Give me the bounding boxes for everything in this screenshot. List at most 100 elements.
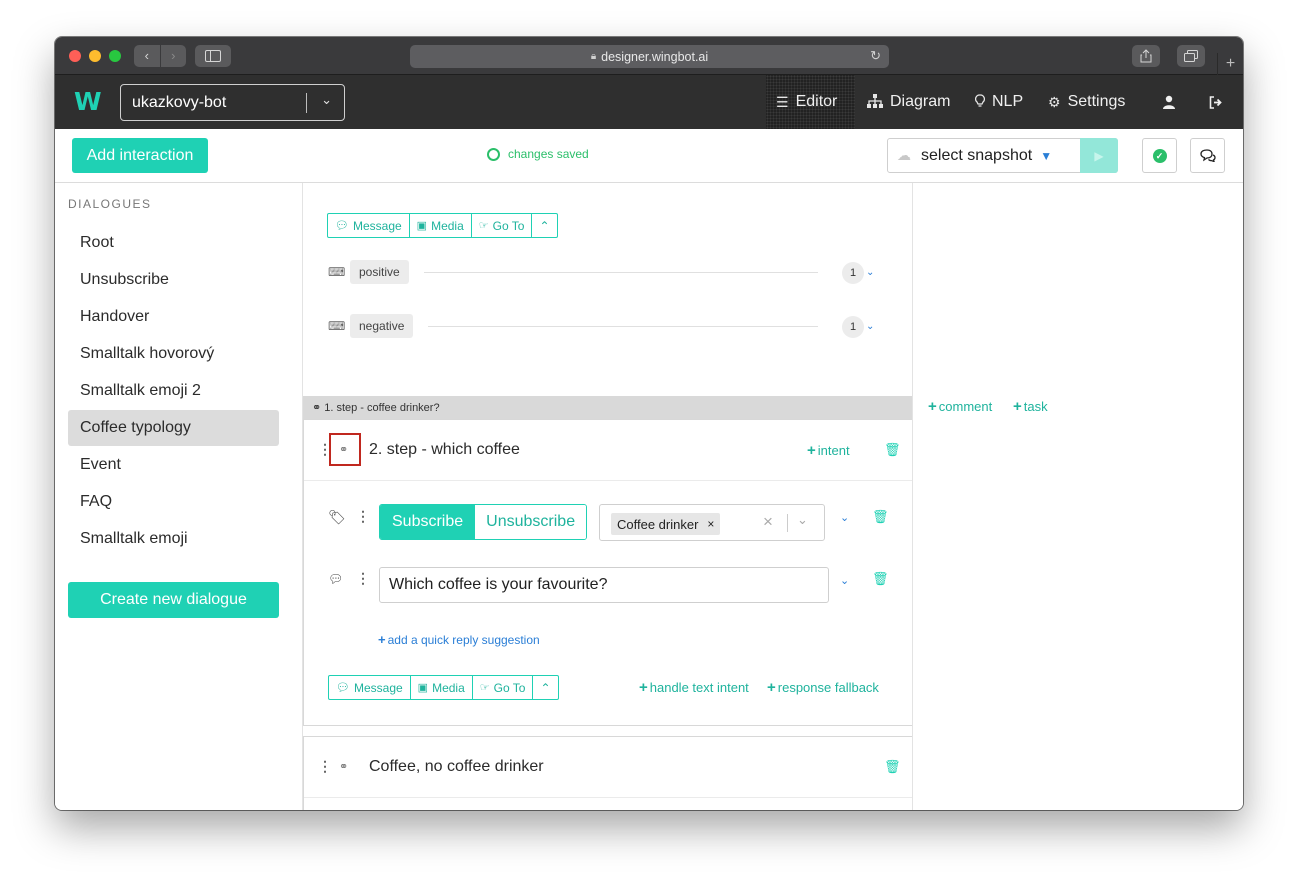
- sidebar-item-event[interactable]: Event: [68, 447, 279, 483]
- keyboard-icon: ⌨: [328, 265, 346, 279]
- drag-handle-icon[interactable]: ⋮: [318, 759, 332, 773]
- chevron-down-icon[interactable]: ⌄: [866, 321, 874, 332]
- add-media-button[interactable]: ▣ Media: [411, 676, 473, 699]
- add-message-button[interactable]: 💬︎ Message: [328, 214, 410, 237]
- intent-row-positive: ⌨ positive: [328, 260, 409, 284]
- subscribe-option[interactable]: Subscribe: [380, 505, 476, 539]
- sidebar-item-unsubscribe[interactable]: Unsubscribe: [68, 262, 279, 298]
- trash-icon[interactable]: 🗑︎: [884, 759, 901, 775]
- sitemap-icon: [867, 93, 883, 111]
- nav-editor[interactable]: ☰ Editor: [766, 75, 855, 129]
- hand-pointer-icon: ☞: [478, 220, 489, 232]
- drag-handle-icon[interactable]: ⋮: [356, 571, 370, 585]
- snapshot-select[interactable]: ☁ select snapshot ▼ ▶: [887, 138, 1118, 173]
- back-icon[interactable]: ‹: [134, 45, 160, 67]
- keyboard-icon: ⌨: [328, 319, 346, 333]
- sidebar-item-smalltalk-emoji-2[interactable]: Smalltalk emoji 2: [68, 373, 279, 409]
- sidebar-item-root[interactable]: Root: [68, 225, 279, 261]
- create-dialogue-button[interactable]: Create new dialogue: [68, 582, 279, 618]
- nav-settings[interactable]: ⚙ Settings: [1048, 75, 1125, 129]
- status-circle-icon: [487, 147, 500, 161]
- handle-text-intent-link[interactable]: + handle text intent: [639, 679, 749, 696]
- divider: [304, 797, 912, 798]
- snapshot-select-value: select snapshot: [921, 146, 1033, 164]
- plus-icon[interactable]: +: [1217, 53, 1243, 75]
- image-icon: ▣: [416, 220, 428, 232]
- message-textarea[interactable]: Which coffee is your favourite?: [379, 567, 829, 603]
- clear-icon[interactable]: ×: [763, 512, 773, 532]
- comments-icon: [1199, 149, 1216, 162]
- sidebar-item-handover[interactable]: Handover: [68, 299, 279, 335]
- trash-icon[interactable]: 🗑︎: [872, 509, 889, 525]
- chevron-down-icon: ⌄: [321, 92, 332, 107]
- chevron-down-icon[interactable]: ⌄: [840, 574, 849, 587]
- sidebar-item-smalltalk-emoji[interactable]: Smalltalk emoji: [68, 521, 279, 557]
- minimize-window-button[interactable]: [89, 50, 101, 62]
- app-header: W ukazkovy-bot ⌄ ☰ Editor Diagram NLP ⚙ …: [55, 75, 1243, 129]
- tag-select[interactable]: Coffee drinker × × ⌄: [599, 504, 825, 541]
- link-icon[interactable]: ⚭: [339, 443, 348, 456]
- nav-diagram[interactable]: Diagram: [867, 75, 950, 129]
- validate-button[interactable]: ✓: [1142, 138, 1177, 173]
- chevron-down-icon[interactable]: ⌄: [797, 512, 808, 528]
- expand-actions-button[interactable]: ⌃: [532, 214, 556, 237]
- tabs-icon[interactable]: [1177, 45, 1205, 67]
- response-fallback-link[interactable]: + response fallback: [767, 679, 879, 696]
- intent-count: 1: [842, 262, 864, 284]
- add-goto-button[interactable]: ☞ Go To: [473, 676, 534, 699]
- expand-actions-button[interactable]: ⌃: [533, 676, 557, 699]
- share-icon[interactable]: [1132, 45, 1160, 67]
- add-comment-link[interactable]: + comment: [928, 398, 992, 415]
- link-icon: ⚭: [312, 402, 322, 414]
- parent-step-bar[interactable]: ⚭ 1. step - coffee drinker?: [303, 396, 912, 419]
- user-icon[interactable]: [1163, 75, 1175, 129]
- parent-step-label: 1. step - coffee drinker?: [324, 401, 440, 414]
- close-window-button[interactable]: [69, 50, 81, 62]
- chevron-down-icon[interactable]: ⌄: [866, 267, 874, 278]
- drag-handle-icon[interactable]: ⋮: [356, 509, 370, 523]
- trash-icon[interactable]: 🗑︎: [872, 571, 889, 587]
- sidebar-item-smalltalk-hovorovy[interactable]: Smalltalk hovorový: [68, 336, 279, 372]
- tag-chip-label: Coffee drinker: [617, 516, 699, 532]
- zoom-window-button[interactable]: [109, 50, 121, 62]
- browser-titlebar: ‹ › 🔒︎ designer.wingbot.ai ↻ +: [55, 37, 1243, 75]
- add-task-link[interactable]: + task: [1013, 398, 1048, 415]
- add-interaction-button[interactable]: Add interaction: [72, 138, 208, 173]
- chat-button[interactable]: [1190, 138, 1225, 173]
- interaction-title[interactable]: 2. step - which coffee: [369, 441, 520, 459]
- nav-nlp[interactable]: NLP: [975, 75, 1023, 129]
- comment-icon: 💬︎: [336, 682, 350, 694]
- nav-editor-label: Editor: [795, 93, 838, 110]
- add-goto-button[interactable]: ☞ Go To: [472, 214, 533, 237]
- intent-count: 1: [842, 316, 864, 338]
- wingbot-logo[interactable]: W: [74, 88, 102, 116]
- select-divider: [306, 93, 307, 113]
- chevron-down-icon[interactable]: ⌄: [840, 511, 849, 524]
- screenshot-stage: ‹ › 🔒︎ designer.wingbot.ai ↻ + W ukazkov…: [0, 0, 1298, 883]
- add-quick-reply-link[interactable]: + add a quick reply suggestion: [378, 632, 540, 647]
- save-status-text: changes saved: [508, 147, 589, 161]
- sidebar-icon[interactable]: [195, 45, 231, 67]
- interaction-title[interactable]: Coffee, no coffee drinker: [369, 758, 544, 776]
- history-nav: ‹ ›: [134, 45, 186, 67]
- nav-nlp-label: NLP: [992, 93, 1024, 110]
- add-message-button[interactable]: 💬︎ Message: [329, 676, 411, 699]
- link-icon[interactable]: ⚭: [339, 760, 348, 773]
- reload-icon[interactable]: ↻: [870, 48, 881, 64]
- add-intent-link[interactable]: + intent: [807, 442, 850, 459]
- address-bar[interactable]: 🔒︎ designer.wingbot.ai ↻: [410, 45, 889, 68]
- url-text: designer.wingbot.ai: [601, 49, 709, 64]
- remove-tag-icon[interactable]: ×: [707, 517, 714, 531]
- bot-select[interactable]: ukazkovy-bot ⌄: [120, 84, 345, 121]
- tag-chip: Coffee drinker ×: [611, 513, 721, 535]
- trash-icon[interactable]: 🗑︎: [884, 442, 901, 458]
- unsubscribe-option[interactable]: Unsubscribe: [475, 505, 587, 539]
- forward-icon[interactable]: ›: [159, 45, 187, 67]
- intent-chip[interactable]: negative: [350, 314, 414, 338]
- logout-icon[interactable]: [1209, 75, 1223, 129]
- add-media-button[interactable]: ▣ Media: [410, 214, 472, 237]
- play-button[interactable]: ▶: [1080, 138, 1118, 173]
- intent-chip[interactable]: positive: [350, 260, 409, 284]
- sidebar-item-coffee-typology[interactable]: Coffee typology: [68, 410, 279, 446]
- sidebar-item-faq[interactable]: FAQ: [68, 484, 279, 520]
